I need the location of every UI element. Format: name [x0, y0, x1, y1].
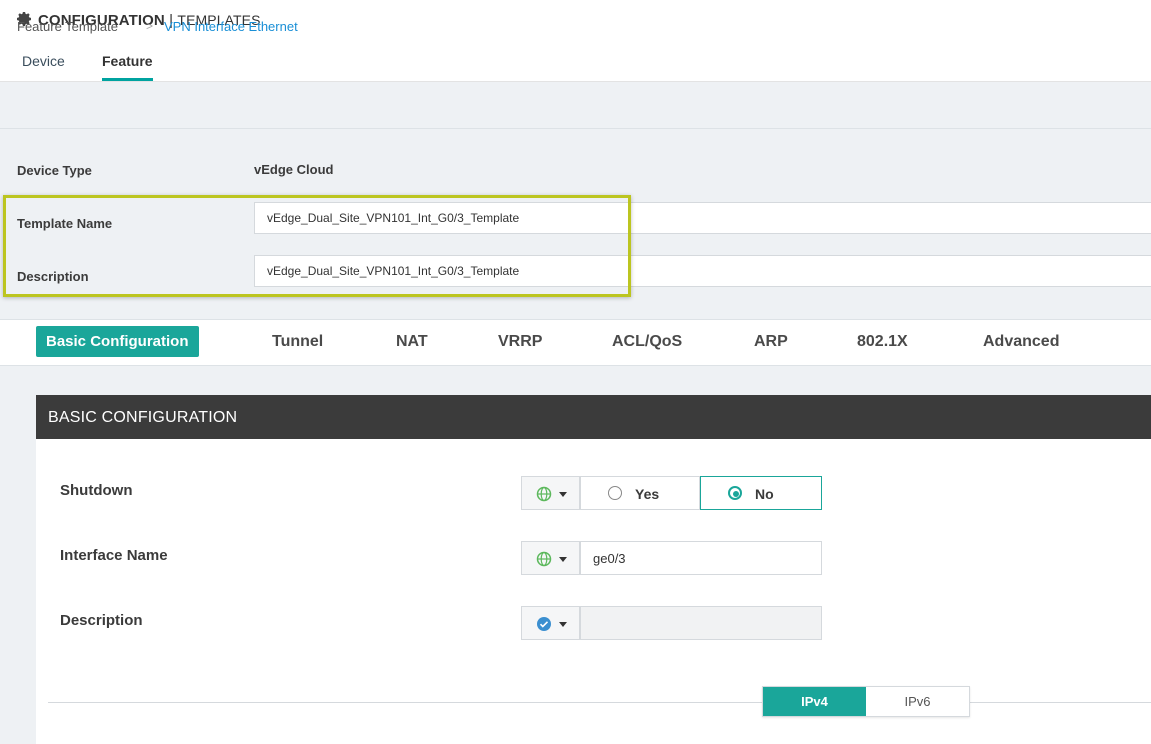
- breadcrumb-root[interactable]: Feature Template: [17, 19, 118, 34]
- template-name-input[interactable]: [254, 202, 1151, 234]
- radio-yes-label: Yes: [635, 486, 660, 502]
- chevron-down-icon: [559, 492, 567, 497]
- shutdown-yes-radio[interactable]: Yes: [580, 476, 700, 510]
- tab-acl-qos[interactable]: ACL/QoS: [612, 333, 682, 351]
- interface-name-scope-dropdown[interactable]: [521, 541, 580, 575]
- description-scope-dropdown[interactable]: [521, 606, 580, 640]
- ipv4-button[interactable]: IPv4: [763, 687, 866, 716]
- divider: [48, 702, 1151, 703]
- tab-arp[interactable]: ARP: [754, 333, 788, 351]
- section-tab-bar: Basic Configuration Tunnel NAT VRRP ACL/…: [0, 319, 1151, 366]
- tab-nat[interactable]: NAT: [396, 333, 428, 351]
- device-type-value: vEdge Cloud: [254, 162, 334, 177]
- chevron-down-icon: [559, 557, 567, 562]
- tab-feature[interactable]: Feature: [102, 53, 153, 81]
- description-input[interactable]: [254, 255, 1151, 287]
- tab-tunnel[interactable]: Tunnel: [272, 333, 323, 351]
- shutdown-no-radio[interactable]: No: [700, 476, 822, 510]
- ip-version-toggle: IPv4 IPv6: [762, 686, 970, 717]
- panel-title: BASIC CONFIGURATION: [48, 409, 238, 426]
- globe-icon: [536, 551, 552, 567]
- radio-selected-icon: [728, 486, 742, 500]
- tab-basic-configuration[interactable]: Basic Configuration: [36, 326, 199, 357]
- shutdown-scope-dropdown[interactable]: [521, 476, 580, 510]
- interface-name-label: Interface Name: [60, 547, 168, 564]
- tab-802-1x[interactable]: 802.1X: [857, 333, 908, 351]
- description-label: Description: [17, 269, 89, 284]
- globe-icon: [536, 486, 552, 502]
- tab-vrrp[interactable]: VRRP: [498, 333, 542, 351]
- radio-no-label: No: [755, 486, 774, 502]
- interface-name-input[interactable]: [580, 541, 822, 575]
- radio-circle-icon: [608, 486, 622, 500]
- ipv6-button[interactable]: IPv6: [866, 687, 969, 716]
- tab-advanced[interactable]: Advanced: [983, 333, 1059, 351]
- check-circle-icon: [537, 617, 551, 631]
- breadcrumb-separator: >: [146, 19, 154, 33]
- device-type-label: Device Type: [17, 163, 92, 178]
- interface-description-input[interactable]: [580, 606, 822, 640]
- interface-description-label: Description: [60, 612, 143, 629]
- breadcrumb: [0, 82, 1151, 129]
- breadcrumb-current[interactable]: VPN Interface Ethernet: [164, 19, 298, 34]
- shutdown-label: Shutdown: [60, 482, 133, 499]
- chevron-down-icon: [559, 622, 567, 627]
- top-tab-bar: Device Feature: [0, 40, 1151, 82]
- template-name-label: Template Name: [17, 216, 113, 231]
- tab-device[interactable]: Device: [22, 53, 65, 69]
